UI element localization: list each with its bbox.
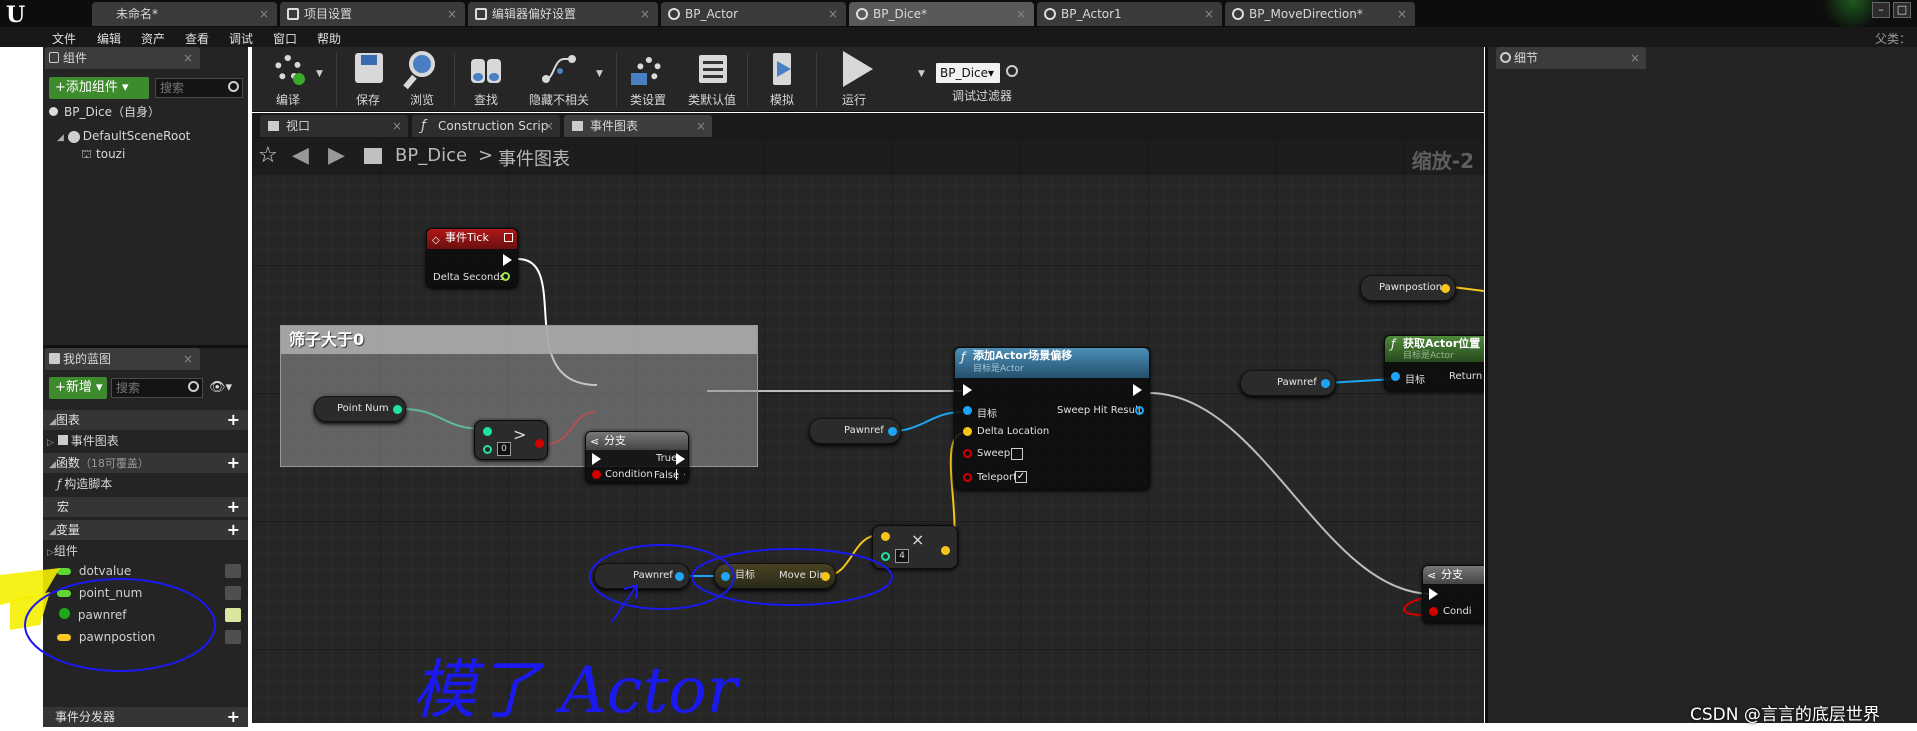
details-panel: 细节 × — [1485, 47, 1917, 723]
details-tab-label: 细节 — [1514, 51, 1539, 65]
close-icon[interactable]: × — [1630, 47, 1640, 69]
details-tab[interactable]: 细节 × — [1496, 47, 1646, 69]
csdn-watermark: CSDN @言言的底层世界 — [1690, 705, 1880, 725]
details-icon — [1500, 52, 1511, 63]
